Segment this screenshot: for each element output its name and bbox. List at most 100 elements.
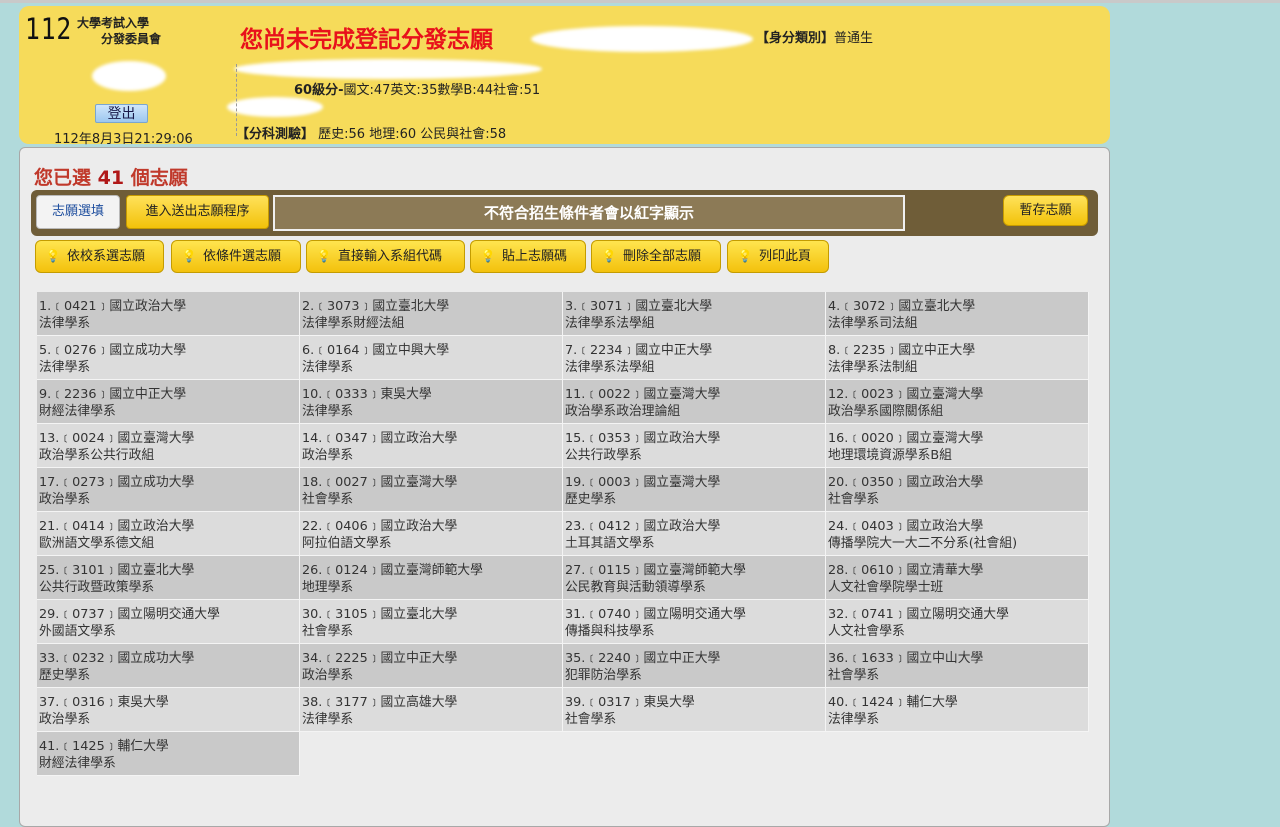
choice-item[interactable]: 32.﹝0741﹞國立陽明交通大學 人文社會學系 (826, 600, 1089, 644)
main-panel: 您已選 41 個志願 志願選填 進入送出志願程序 不符合招生條件者會以紅字顯示 … (19, 147, 1110, 827)
choice-school: 6.﹝0164﹞國立中興大學 (302, 343, 450, 358)
choice-item[interactable]: 27.﹝0115﹞國立臺灣師範大學 公民教育與活動領導學系 (563, 556, 826, 600)
choice-item[interactable]: 3.﹝3071﹞國立臺北大學 法律學系法學組 (563, 292, 826, 336)
choice-item[interactable]: 21.﹝0414﹞國立政治大學 歐洲語文學系德文組 (37, 512, 300, 556)
print-page-button[interactable]: 💡 列印此頁 (727, 240, 829, 273)
eligibility-notice: 不符合招生條件者會以紅字顯示 (273, 195, 905, 231)
choice-department: 政治學系 (39, 492, 91, 507)
choice-item[interactable]: 24.﹝0403﹞國立政治大學 傳播學院大一大二不分系(社會組) (826, 512, 1089, 556)
logout-button[interactable]: 登出 (95, 104, 148, 123)
choice-item[interactable]: 18.﹝0027﹞國立臺灣大學 社會學系 (300, 468, 563, 512)
choice-item[interactable]: 2.﹝3073﹞國立臺北大學 法律學系財經法組 (300, 292, 563, 336)
select-by-department-button[interactable]: 💡 依校系選志願 (35, 240, 164, 273)
choice-school: 5.﹝0276﹞國立成功大學 (39, 343, 187, 358)
redacted-id (227, 97, 323, 117)
choice-school: 38.﹝3177﹞國立高雄大學 (302, 695, 458, 710)
choice-school: 31.﹝0740﹞國立陽明交通大學 (565, 607, 746, 622)
choice-item[interactable]: 10.﹝0333﹞東吳大學 法律學系 (300, 380, 563, 424)
choice-item[interactable]: 20.﹝0350﹞國立政治大學 社會學系 (826, 468, 1089, 512)
choice-department: 人文社會學院學士班 (828, 580, 944, 595)
choice-school: 12.﹝0023﹞國立臺灣大學 (828, 387, 984, 402)
choice-school: 30.﹝3105﹞國立臺北大學 (302, 607, 458, 622)
redacted-warning-tail (531, 26, 753, 52)
action-label: 刪除全部志願 (623, 249, 702, 264)
choice-item[interactable]: 19.﹝0003﹞國立臺灣大學 歷史學系 (563, 468, 826, 512)
selected-prefix: 您已選 (34, 167, 92, 189)
choice-school: 26.﹝0124﹞國立臺灣師範大學 (302, 563, 483, 578)
choice-item[interactable]: 5.﹝0276﹞國立成功大學 法律學系 (37, 336, 300, 380)
enter-code-button[interactable]: 💡 直接輸入系組代碼 (306, 240, 465, 273)
choice-item[interactable]: 30.﹝3105﹞國立臺北大學 社會學系 (300, 600, 563, 644)
select-by-criteria-button[interactable]: 💡 依條件選志願 (171, 240, 301, 273)
choice-item[interactable]: 23.﹝0412﹞國立政治大學 土耳其語文學系 (563, 512, 826, 556)
choice-item[interactable]: 11.﹝0022﹞國立臺灣大學 政治學系政治理論組 (563, 380, 826, 424)
choice-school: 23.﹝0412﹞國立政治大學 (565, 519, 721, 534)
choice-item[interactable]: 14.﹝0347﹞國立政治大學 政治學系 (300, 424, 563, 468)
choice-item[interactable]: 38.﹝3177﹞國立高雄大學 法律學系 (300, 688, 563, 732)
choice-item[interactable]: 39.﹝0317﹞東吳大學 社會學系 (563, 688, 826, 732)
choice-department: 法律學系法制組 (828, 360, 918, 375)
choice-department: 政治學系 (39, 712, 91, 727)
logo-line1: 大學考試入學 (77, 16, 150, 30)
choice-item[interactable]: 37.﹝0316﹞東吳大學 政治學系 (37, 688, 300, 732)
choice-department: 法律學系財經法組 (302, 316, 405, 331)
choice-item[interactable]: 16.﹝0020﹞國立臺灣大學 地理環境資源學系B組 (826, 424, 1089, 468)
selected-count-title: 您已選 41 個志願 (34, 163, 188, 190)
choice-item[interactable]: 35.﹝2240﹞國立中正大學 犯罪防治學系 (563, 644, 826, 688)
choice-item[interactable]: 17.﹝0273﹞國立成功大學 政治學系 (37, 468, 300, 512)
subject-test-detail: 歷史:56 地理:60 公民與社會:58 (318, 127, 507, 142)
choice-department: 公民教育與活動領導學系 (565, 580, 706, 595)
choice-school: 40.﹝1424﹞輔仁大學 (828, 695, 958, 710)
choice-department: 土耳其語文學系 (565, 536, 655, 551)
choice-item[interactable]: 7.﹝2234﹞國立中正大學 法律學系法學組 (563, 336, 826, 380)
choice-item[interactable]: 6.﹝0164﹞國立中興大學 法律學系 (300, 336, 563, 380)
choice-grid: 1.﹝0421﹞國立政治大學 法律學系 2.﹝3073﹞國立臺北大學 法律學系財經法組… (37, 292, 1089, 776)
choice-item[interactable]: 33.﹝0232﹞國立成功大學 歷史學系 (37, 644, 300, 688)
choice-item[interactable]: 34.﹝2225﹞國立中正大學 政治學系 (300, 644, 563, 688)
action-label: 列印此頁 (759, 249, 812, 264)
choice-item[interactable]: 22.﹝0406﹞國立政治大學 阿拉伯語文學系 (300, 512, 563, 556)
choice-school: 34.﹝2225﹞國立中正大學 (302, 651, 458, 666)
choice-item[interactable]: 9.﹝2236﹞國立中正大學 財經法律學系 (37, 380, 300, 424)
choice-school: 3.﹝3071﹞國立臺北大學 (565, 299, 713, 314)
choice-school: 1.﹝0421﹞國立政治大學 (39, 299, 187, 314)
identity-label: 【身分類別】 (756, 31, 835, 46)
subject-test-scores: 【分科測驗】 歷史:56 地理:60 公民與社會:58 (236, 123, 506, 142)
lightbulb-icon: 💡 (316, 249, 332, 263)
choice-item[interactable]: 12.﹝0023﹞國立臺灣大學 政治學系國際關係組 (826, 380, 1089, 424)
choice-department: 傳播與科技學系 (565, 624, 655, 639)
choice-item[interactable]: 1.﹝0421﹞國立政治大學 法律學系 (37, 292, 300, 336)
choice-school: 21.﹝0414﹞國立政治大學 (39, 519, 195, 534)
paste-code-button[interactable]: 💡 貼上志願碼 (470, 240, 586, 273)
choice-school: 32.﹝0741﹞國立陽明交通大學 (828, 607, 1009, 622)
window-top-border (0, 0, 1280, 3)
choice-item[interactable]: 8.﹝2235﹞國立中正大學 法律學系法制組 (826, 336, 1089, 380)
action-label: 依校系選志願 (67, 249, 146, 264)
choice-item[interactable]: 29.﹝0737﹞國立陽明交通大學 外國語文學系 (37, 600, 300, 644)
choice-school: 14.﹝0347﹞國立政治大學 (302, 431, 458, 446)
choice-item[interactable]: 31.﹝0740﹞國立陽明交通大學 傳播與科技學系 (563, 600, 826, 644)
redacted-exam-info (234, 59, 542, 79)
choice-item[interactable]: 28.﹝0610﹞國立清華大學 人文社會學院學士班 (826, 556, 1089, 600)
lightbulb-icon: 💡 (480, 249, 496, 263)
choice-item[interactable]: 13.﹝0024﹞國立臺灣大學 政治學系公共行政組 (37, 424, 300, 468)
choice-item[interactable]: 25.﹝3101﹞國立臺北大學 公共行政暨政策學系 (37, 556, 300, 600)
choice-school: 37.﹝0316﹞東吳大學 (39, 695, 169, 710)
choice-item[interactable]: 41.﹝1425﹞輔仁大學 財經法律學系 (37, 732, 300, 776)
choice-department: 法律學系 (39, 316, 91, 331)
delete-all-button[interactable]: 💡 刪除全部志願 (591, 240, 721, 273)
choice-school: 24.﹝0403﹞國立政治大學 (828, 519, 984, 534)
choice-department: 法律學系 (302, 360, 354, 375)
choice-school: 15.﹝0353﹞國立政治大學 (565, 431, 721, 446)
save-choices-button[interactable]: 暫存志願 (1003, 195, 1088, 226)
tab-fill-choices[interactable]: 志願選填 (36, 195, 120, 229)
choice-school: 29.﹝0737﹞國立陽明交通大學 (39, 607, 220, 622)
choice-school: 16.﹝0020﹞國立臺灣大學 (828, 431, 984, 446)
choice-item[interactable]: 15.﹝0353﹞國立政治大學 公共行政學系 (563, 424, 826, 468)
tab-send-choices[interactable]: 進入送出志願程序 (126, 195, 269, 229)
choice-item[interactable]: 4.﹝3072﹞國立臺北大學 法律學系司法組 (826, 292, 1089, 336)
choice-department: 地理環境資源學系B組 (828, 448, 952, 463)
choice-item[interactable]: 26.﹝0124﹞國立臺灣師範大學 地理學系 (300, 556, 563, 600)
choice-item[interactable]: 40.﹝1424﹞輔仁大學 法律學系 (826, 688, 1089, 732)
choice-item[interactable]: 36.﹝1633﹞國立中山大學 社會學系 (826, 644, 1089, 688)
